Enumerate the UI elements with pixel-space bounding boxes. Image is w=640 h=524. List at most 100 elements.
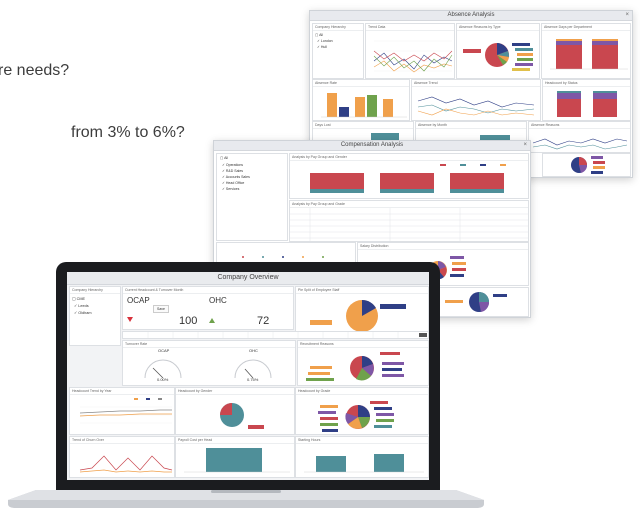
question-needs: re needs? (0, 62, 70, 79)
kpi-ocap-value: 100 (179, 315, 198, 327)
compensation-pie-2 (445, 292, 507, 312)
overview-payroll-panel: Payroll Cost per Head (175, 436, 295, 478)
gender-pie-chart (220, 403, 264, 429)
reasons-pie-chart (306, 352, 404, 381)
kpi-ohc-value: 72 (257, 315, 270, 327)
overview-grade-pie-panel: Headcount by Grade (295, 387, 429, 435)
grade-pie-chart (318, 401, 394, 432)
month-strip (147, 332, 427, 338)
panel-header: Starting Hours (296, 437, 428, 444)
panel-header: Trend Data (366, 24, 454, 31)
employee-pie-chart (310, 299, 406, 332)
tree-item[interactable]: ✓ Oldham (70, 310, 120, 317)
overview-hierarchy-panel: Company Hierarchy ▢ CME ✓ Leeds ✓ Oldham (69, 286, 121, 346)
panel-header: Recruitment Reasons (298, 341, 428, 348)
absence-hierarchy-panel: Company Hierarchy ▢ All ✓ London ✓ Hull (312, 23, 364, 79)
panel-header: Pie Split of Employee Staff (296, 287, 428, 294)
compensation-window-title: Compensation Analysis (340, 142, 404, 148)
panel-header: Headcount by Grade (296, 388, 428, 395)
absence-trend-lines-panel: Absence Trend (411, 79, 541, 121)
absence-department-panel: Absence Days per Department (541, 23, 631, 79)
panel-header: Absence Trend (412, 80, 540, 87)
absence-rate-panel: Absence Rate (312, 79, 410, 121)
gauge-left-label: OCAP (158, 348, 170, 353)
tree-item[interactable]: ✓ Leeds (70, 303, 120, 310)
gauges (144, 359, 272, 379)
panel-header: Trend of Churn Over (70, 437, 174, 444)
overview-month-strip[interactable] (122, 331, 429, 339)
panel-header: Absence Reasons (529, 122, 630, 129)
kpi-button[interactable]: Save (153, 305, 169, 313)
churn-line-chart (79, 455, 173, 473)
panel-header: Headcount by Status (543, 80, 630, 87)
compensation-pie2-panel (430, 287, 529, 317)
trend-lines-chart (373, 40, 453, 73)
stacked-bar-chart (550, 39, 628, 70)
compensation-tree-panel: ▢ All ✓ Operations ✓ R&D Sales ✓ Account… (216, 153, 288, 241)
multi-line-chart (417, 96, 535, 116)
tree-item[interactable]: ▢ All (313, 31, 363, 39)
panel-header: Turnover Rate (123, 341, 295, 348)
question-percentage: from 3% to 6%? (71, 124, 185, 141)
panel-header: Salary Distribution (358, 243, 528, 250)
panel-header: Current Headcount & Turnover Month (123, 287, 293, 294)
close-icon[interactable]: × (625, 11, 629, 20)
absence-pie-chart (463, 43, 533, 71)
headcount-line-chart (79, 398, 172, 424)
panel-header: Absence by Month (416, 122, 526, 129)
absence-status-panel: Headcount by Status (542, 79, 631, 121)
absence-small-lines-panel: Absence Reasons (528, 121, 631, 153)
overview-churn-panel: Trend of Churn Over (69, 436, 175, 478)
panel-header: Headcount by Gender (176, 388, 294, 395)
panel-header: Company Hierarchy (70, 287, 120, 294)
kpi-ohc-label: OHC (209, 296, 227, 305)
panel-header: Headcount Trend by Year (70, 388, 174, 395)
panel-header: Absence Reasons by Type (457, 24, 539, 31)
gauge-right-value: 0.75% (247, 377, 259, 382)
tree-item[interactable]: ✓ Services (217, 186, 287, 192)
tree-item[interactable]: ▢ CME (70, 294, 120, 303)
panel-header: Payroll Cost per Head (176, 437, 294, 444)
overview-gender-pie-panel: Headcount by Gender (175, 387, 295, 435)
overview-gauges-panel: Turnover Rate OCAP 0.00% OHC 0.75% (122, 340, 296, 386)
panel-header: Analysis by Pay Group and Gender (290, 154, 528, 161)
panel-header: Days Lost (313, 122, 413, 129)
gauge-left-value: 0.00% (157, 377, 169, 382)
bar-chart (321, 93, 407, 118)
overview-kpi-panel: Current Headcount & Turnover Month OCAP … (122, 286, 294, 330)
laptop-base (8, 490, 484, 508)
absence-reasons-panel: Absence Reasons by Type (456, 23, 540, 79)
small-pie-chart (571, 156, 605, 174)
kpi-ocap-label: OCAP (127, 296, 150, 305)
tree-item[interactable]: ▢ All (217, 154, 287, 162)
kpi-down-icon (127, 317, 133, 322)
absence-window-titlebar: Absence Analysis × (310, 11, 632, 21)
compensation-stacked-chart (310, 164, 506, 193)
tree-item[interactable]: ✓ Hull (313, 45, 363, 51)
overview-pie-panel: Pie Split of Employee Staff (295, 286, 429, 336)
panel-header: Analysis by Pay Group and Grade (290, 201, 528, 208)
absence-trend-panel: Trend Data (365, 23, 455, 79)
compensation-window-titlebar: Compensation Analysis × (214, 141, 530, 151)
gauge-right-label: OHC (249, 348, 258, 353)
panel-header: Absence Days per Department (542, 24, 630, 31)
overview-lines-panel: Headcount Trend by Year (69, 387, 175, 435)
kpi-up-icon (209, 318, 215, 323)
close-icon[interactable]: × (523, 141, 527, 150)
panel-header: Company Hierarchy (313, 24, 363, 31)
overview-titlebar: Company Overview (67, 272, 429, 285)
stacked-bar-chart-2 (557, 91, 617, 117)
overview-title: Company Overview (217, 274, 279, 281)
payroll-bar-chart (184, 448, 290, 473)
overview-hours-panel: Starting Hours (295, 436, 429, 478)
panel-header: Absence Rate (313, 80, 409, 87)
overview-reasons-panel: Recruitment Reasons (297, 340, 429, 386)
hours-bar-chart (304, 454, 424, 473)
absence-window-title: Absence Analysis (447, 12, 495, 18)
company-overview-window: Company Overview Company Hierarchy ▢ CME… (67, 272, 429, 480)
absence-pie-panel (542, 153, 631, 177)
compensation-table (290, 208, 528, 241)
compensation-gender-panel: Analysis by Pay Group and Gender (289, 153, 529, 199)
compensation-table-panel: Analysis by Pay Group and Grade (289, 200, 529, 242)
small-line-chart (532, 138, 628, 150)
